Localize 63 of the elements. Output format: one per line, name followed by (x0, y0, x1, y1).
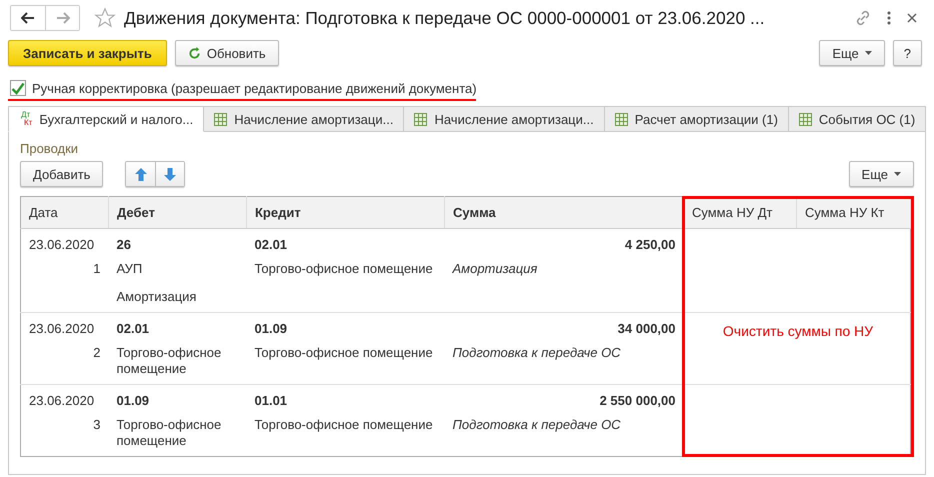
refresh-button[interactable]: Обновить (174, 40, 279, 66)
table-icon (614, 112, 628, 126)
table-cell-text: 01.09 (116, 392, 150, 410)
table-cell-text: Подготовка к передаче ОС (452, 345, 622, 361)
move-up-button[interactable] (126, 162, 156, 186)
column-header[interactable]: Сумма (444, 196, 684, 228)
debit-credit-icon: Дт Кт (19, 111, 32, 127)
table-cell-text: 26 (116, 236, 132, 254)
table-cell-text: 23.06.2020 (29, 392, 96, 410)
help-button[interactable]: ? (892, 40, 922, 66)
table-cell-text: 01.09 (254, 320, 288, 338)
more-button[interactable]: Еще (819, 40, 885, 66)
table-cell-text: Амортизация (116, 289, 198, 305)
column-header[interactable]: Дебет (108, 196, 246, 228)
table-cell-text: Торгово-офисное помещение (254, 261, 434, 277)
more-button[interactable]: Еще (848, 161, 914, 187)
star-icon[interactable] (94, 7, 116, 29)
tab[interactable]: Начисление амортизаци... (203, 106, 404, 132)
table-cell-text: Торгово-офисное помещение (254, 345, 434, 361)
table-cell-text: 3 (92, 417, 100, 433)
table-cell-text: АУП (116, 261, 144, 277)
tab[interactable]: Начисление амортизаци... (403, 106, 605, 132)
table-cell-text: Торгово-офисное помещение (254, 417, 434, 433)
caret-icon (894, 172, 901, 176)
table-cell-text: 23.06.2020 (29, 320, 96, 338)
close-icon[interactable] (906, 12, 918, 24)
table-cell-text: 02.01 (254, 236, 288, 254)
tab[interactable]: События ОС (1) (788, 106, 926, 132)
move-down-button[interactable] (155, 162, 184, 186)
arrow-left-icon (21, 12, 35, 24)
more-vertical-icon[interactable] (886, 10, 892, 26)
table-cell-text: Подготовка к передаче ОС (452, 417, 622, 433)
save-and-close-button[interactable]: Записать и закрыть (8, 40, 167, 66)
column-header[interactable]: Дата (20, 196, 108, 228)
table-cell-text: Торгово-офисное помещение (116, 345, 222, 377)
tab[interactable]: Расчет амортизации (1) (604, 106, 789, 132)
table-icon (798, 112, 812, 126)
table-cell-text: 34 000,00 (616, 320, 676, 338)
table-cell-text: 2 (92, 345, 100, 361)
table-cell-text: 4 250,00 (624, 236, 676, 254)
arrow-up-icon (134, 168, 147, 180)
checkbox-label[interactable]: Ручная корректировка (разрешает редактирование движений документа) (32, 80, 477, 96)
table-cell-text: Амортизация (452, 261, 538, 277)
table-cell-text: 01.01 (254, 392, 288, 410)
annotation-text: Очистить суммы по НУ (722, 322, 874, 338)
table-cell-text: 2 550 000,00 (598, 392, 676, 410)
table-cell-text: 1 (92, 261, 100, 277)
column-header[interactable]: Сумма НУ Кт (796, 196, 910, 228)
checkbox[interactable] (10, 80, 26, 96)
table-cell-text: 23.06.2020 (29, 236, 96, 254)
caret-icon (864, 51, 872, 55)
column-header[interactable]: Кредит (246, 196, 444, 228)
arrow-down-icon (164, 168, 176, 180)
add-button[interactable]: Добавить (20, 161, 104, 187)
table-icon (414, 112, 428, 126)
group-title: Проводки (20, 141, 80, 156)
table-cell-text: 02.01 (116, 320, 150, 338)
table-icon (214, 112, 228, 126)
arrow-right-icon (56, 12, 70, 24)
link-icon[interactable] (854, 9, 872, 27)
refresh-icon (188, 46, 201, 60)
window-title: Движения документа: Подготовка к передаче ОС 0000-000001 от 23.06.2020 ... (124, 8, 765, 28)
table-cell-text: Торгово-офисное помещение (116, 417, 222, 449)
